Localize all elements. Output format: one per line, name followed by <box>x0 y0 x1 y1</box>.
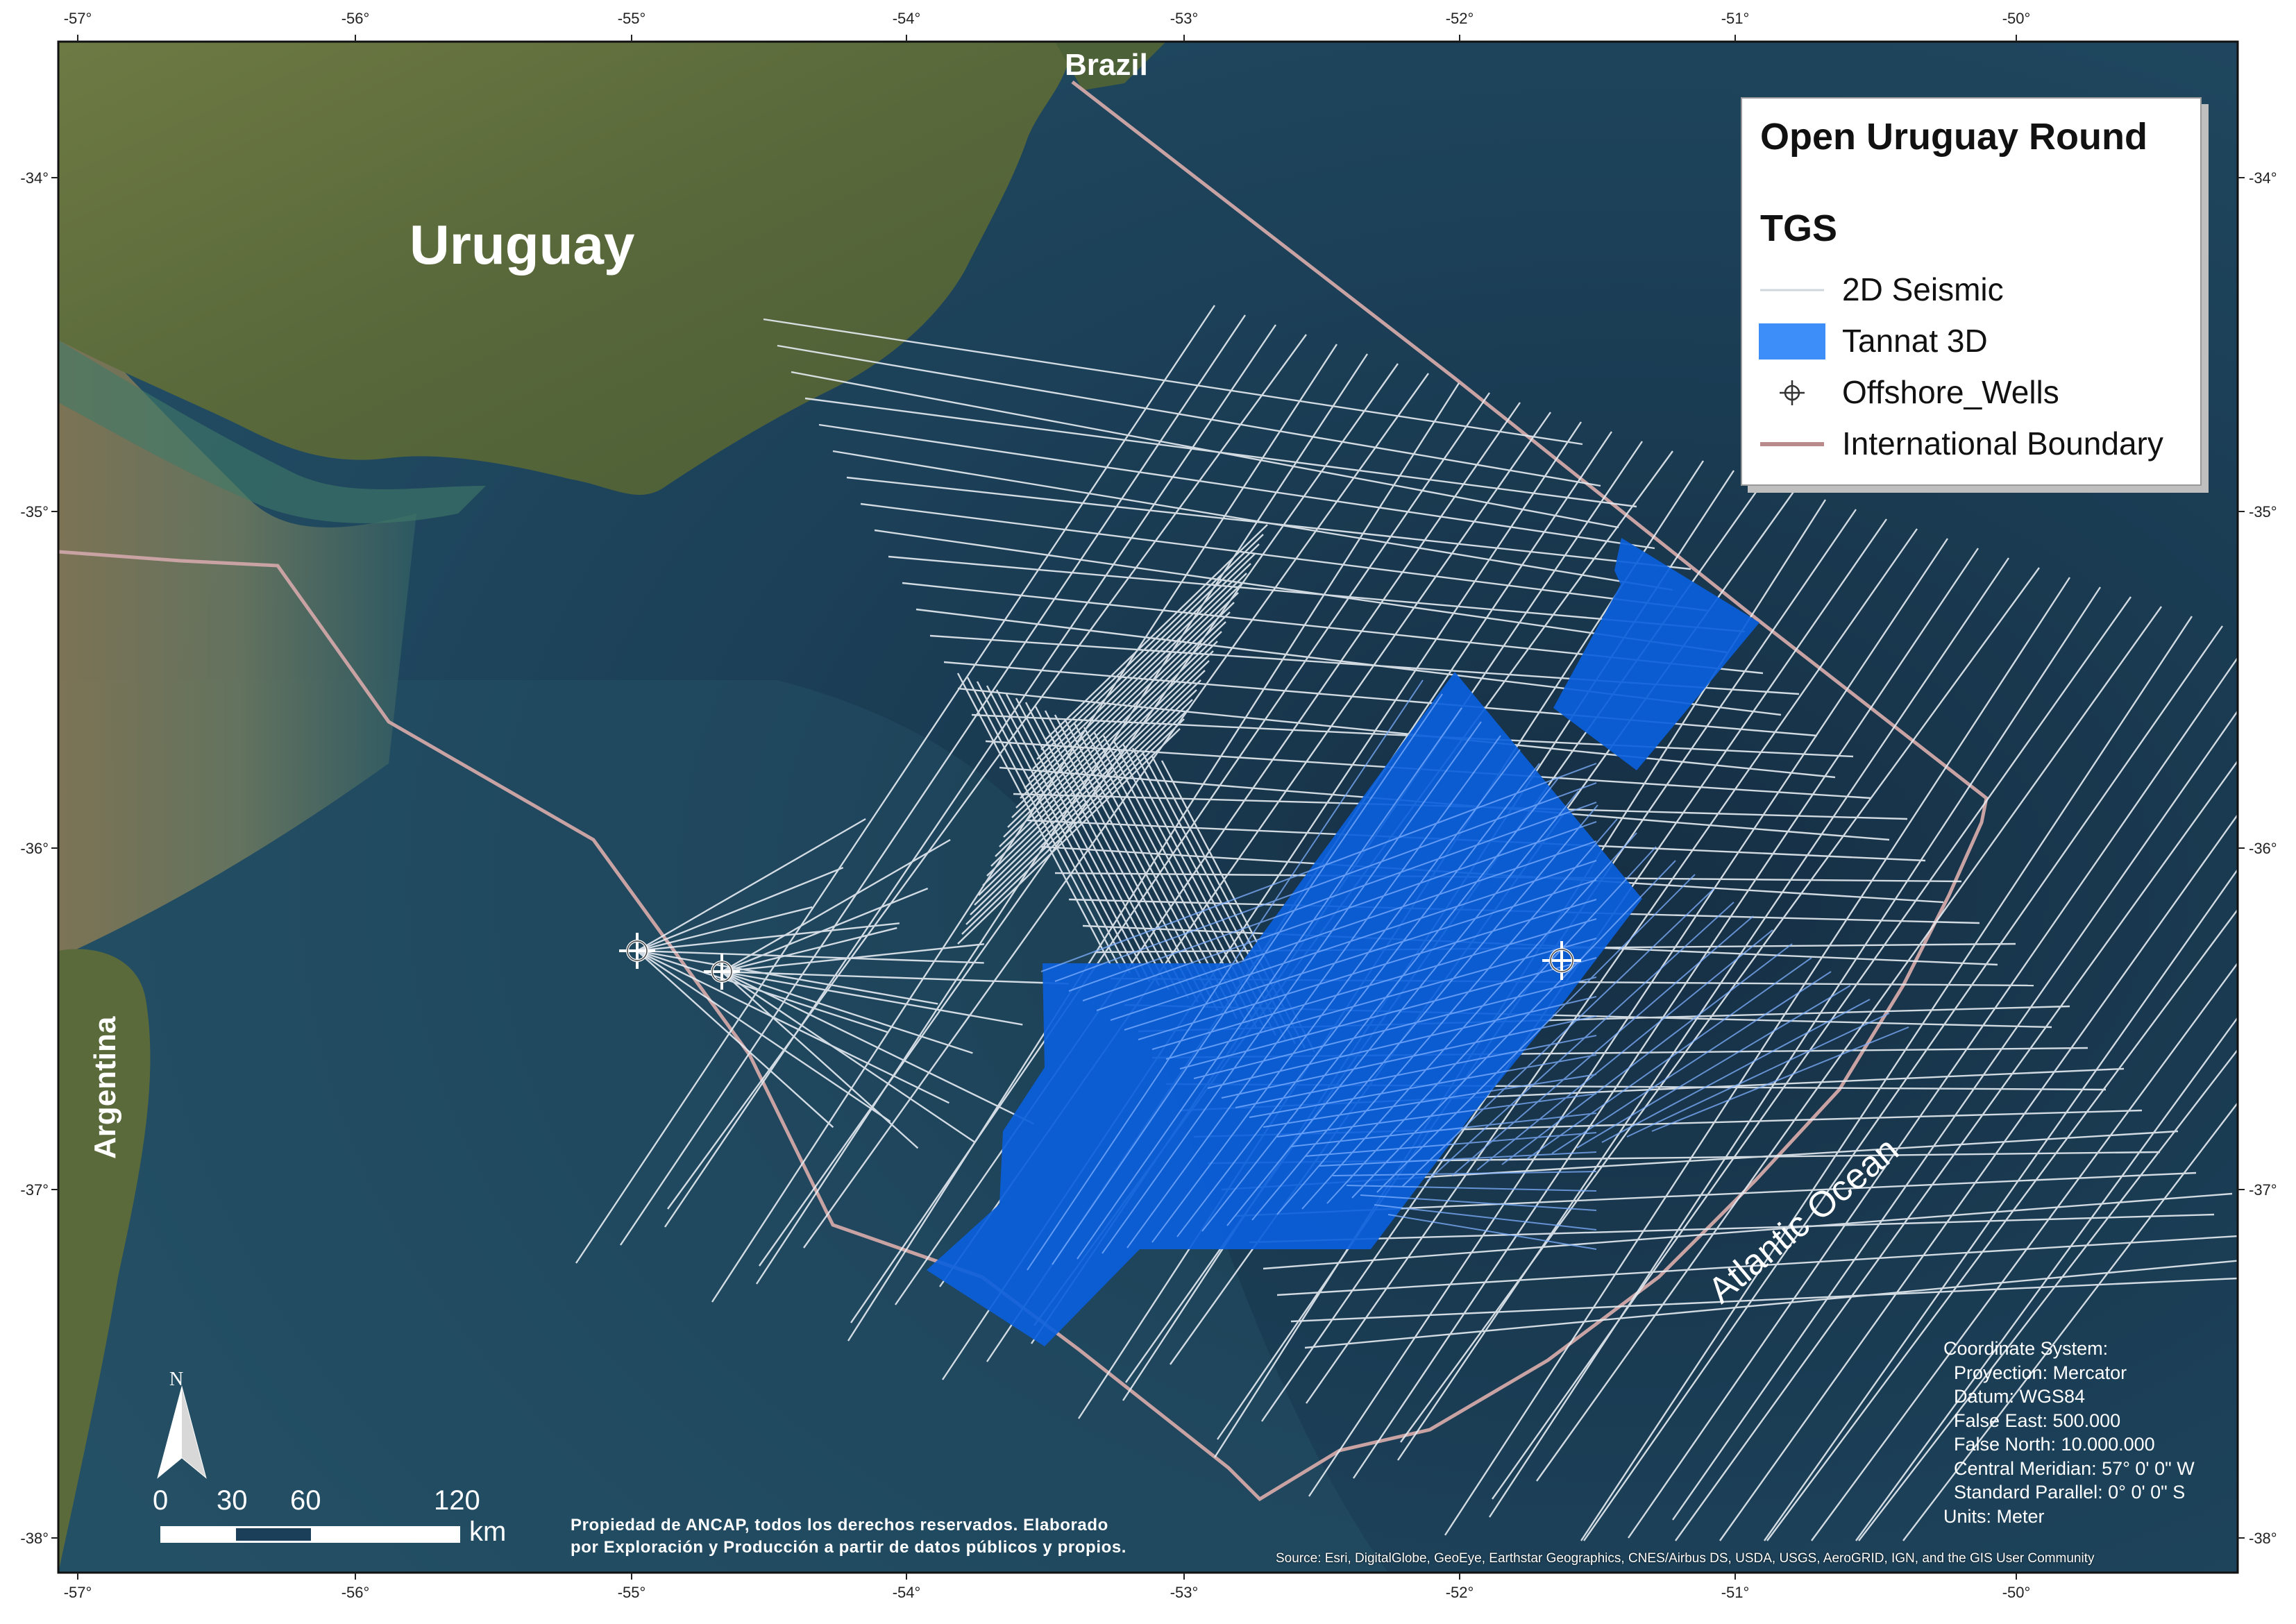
blue-fill-icon <box>1759 323 1825 360</box>
lon-tick-label: -51° <box>1721 10 1750 27</box>
legend-label: Tannat 3D <box>1842 323 1988 359</box>
lat-tick-label: -36° <box>2249 840 2277 857</box>
lon-tick-label: -51° <box>1721 1584 1750 1601</box>
lon-tick-label: -54° <box>893 1584 921 1601</box>
lon-tick-label: -57° <box>64 10 92 27</box>
map-frame: Uruguay Brazil Argentina Atlantic Ocean … <box>0 0 2296 1624</box>
legend-item-offshore-wells: Offshore_Wells <box>1759 372 2189 414</box>
coord-line: Proyection: Mercator <box>1943 1362 2127 1383</box>
lon-tick-label: -50° <box>2002 10 2031 27</box>
legend: Open Uruguay Round TGS 2D Seismic Tannat… <box>1741 97 2202 486</box>
lat-tick-label: -34° <box>2249 169 2277 187</box>
lon-tick-label: -56° <box>341 10 370 27</box>
coordinate-system-info: Coordinate System: Proyection: Mercator … <box>1943 1337 2195 1528</box>
legend-item-tannat-3d: Tannat 3D <box>1759 321 2189 362</box>
lat-tick-label: -35° <box>20 503 49 521</box>
legend-label: 2D Seismic <box>1842 271 2004 307</box>
scale-unit: km <box>469 1516 507 1547</box>
credit-line-1: Propiedad de ANCAP, todos los derechos r… <box>571 1516 1108 1534</box>
lon-tick-label: -53° <box>1170 10 1199 27</box>
legend-subtitle: TGS <box>1760 208 1838 249</box>
scale-tick-30: 30 <box>217 1485 248 1516</box>
scale-bar <box>160 1526 460 1543</box>
lon-tick-label: -50° <box>2002 1584 2031 1601</box>
lat-tick-label: -37° <box>20 1181 49 1199</box>
lat-tick-label: -38° <box>2249 1530 2277 1547</box>
lon-tick-label: -57° <box>64 1584 92 1601</box>
source-attribution: Source: Esri, DigitalGlobe, GeoEye, Eart… <box>1276 1551 2095 1566</box>
credit-text: Propiedad de ANCAP, todos los derechos r… <box>571 1514 1195 1559</box>
coord-line: Datum: WGS84 <box>1943 1386 2086 1407</box>
coord-line: False East: 500.000 <box>1943 1410 2121 1431</box>
lat-tick-label: -38° <box>20 1530 49 1547</box>
credit-line-2: por Exploración y Producción a partir de… <box>571 1538 1127 1557</box>
legend-label: Offshore_Wells <box>1842 374 2059 410</box>
boundary-line-icon <box>1760 442 1824 446</box>
lon-tick-label: -56° <box>341 1584 370 1601</box>
coord-line: Standard Parallel: 0° 0' 0" S <box>1943 1482 2186 1503</box>
lon-tick-label: -54° <box>893 10 921 27</box>
lat-tick-label: -35° <box>2249 503 2277 521</box>
lon-tick-label: -52° <box>1446 1584 1474 1601</box>
scale-tick-0: 0 <box>153 1485 169 1516</box>
label-brazil: Brazil <box>1065 48 1148 82</box>
north-letter: N <box>169 1369 184 1390</box>
legend-label: International Boundary <box>1842 425 2163 462</box>
lon-tick-label: -52° <box>1446 10 1474 27</box>
lon-tick-label: -53° <box>1170 1584 1199 1601</box>
lat-tick-label: -36° <box>20 840 49 857</box>
legend-item-2d-seismic: 2D Seismic <box>1759 269 2189 311</box>
lon-tick-label: -55° <box>618 10 646 27</box>
crosshair-icon <box>1780 380 1805 405</box>
scale-tick-60: 60 <box>290 1485 321 1516</box>
coord-line: Central Meridian: 57° 0' 0" W <box>1943 1457 2195 1479</box>
coord-line: False North: 10.000.000 <box>1943 1434 2155 1455</box>
seismic-line-icon <box>1760 289 1824 291</box>
lat-tick-label: -34° <box>20 169 49 187</box>
label-uruguay: Uruguay <box>410 214 635 276</box>
legend-title: Open Uruguay Round <box>1760 116 2147 158</box>
lat-tick-label: -37° <box>2249 1181 2277 1199</box>
lon-tick-label: -55° <box>618 1584 646 1601</box>
coord-line: Units: Meter <box>1943 1505 2045 1527</box>
scale-tick-120: 120 <box>434 1485 480 1516</box>
label-argentina: Argentina <box>88 1016 122 1159</box>
legend-item-international-boundary: International Boundary <box>1759 423 2189 465</box>
coord-line: Coordinate System: <box>1943 1338 2109 1359</box>
